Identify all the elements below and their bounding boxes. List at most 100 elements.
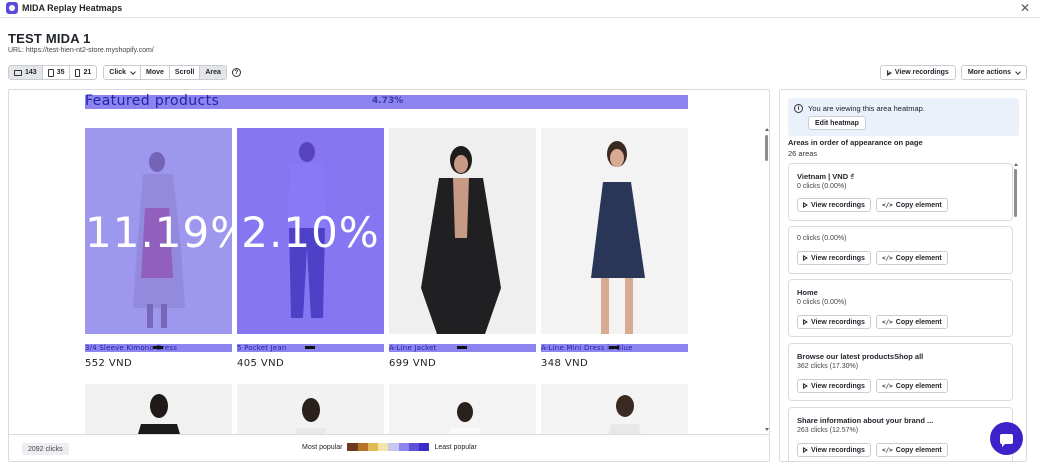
view-recordings-button[interactable]: View recordings: [797, 198, 871, 212]
product-photo-jacket: [389, 128, 536, 334]
view-recordings-label: View recordings: [811, 254, 865, 262]
top-actions: View recordings More actions: [879, 65, 1027, 80]
product-1-name-percent: [153, 346, 163, 349]
play-icon: [803, 255, 808, 261]
heatmap-canvas[interactable]: Featured products 4.73% 11.19%: [8, 89, 770, 462]
area-card-clicks: 0 clicks (0.00%): [797, 235, 847, 242]
mode-area-button[interactable]: Area: [200, 66, 226, 79]
desktop-icon: [14, 69, 22, 76]
product-image-7[interactable]: [389, 384, 536, 434]
mode-click-dropdown[interactable]: Click: [104, 66, 142, 79]
mode-area-label: Area: [205, 69, 221, 76]
areas-heading: Areas in order of appearance on page: [788, 138, 923, 147]
view-recordings-button[interactable]: View recordings: [879, 65, 956, 80]
mode-move-button[interactable]: Move: [141, 66, 170, 79]
product-2-name: 5 Pocket Jean: [237, 344, 287, 352]
product-image-5[interactable]: [85, 384, 232, 434]
play-icon: [803, 383, 808, 389]
product-image-4[interactable]: [541, 128, 688, 334]
mobile-count: 21: [83, 69, 92, 76]
play-icon: [803, 202, 808, 208]
legend-swatch: [378, 443, 389, 451]
view-recordings-button[interactable]: View recordings: [797, 315, 871, 329]
section-percent: 4.73%: [372, 96, 404, 106]
product-photo-8: [541, 384, 688, 434]
preview-scrollbar[interactable]: [765, 135, 768, 161]
device-switcher: 143 35 21: [8, 65, 98, 80]
scroll-down-arrow[interactable]: [765, 428, 769, 431]
legend-swatch: [357, 443, 368, 451]
code-icon: </>: [881, 254, 893, 262]
window-title: MIDA Replay Heatmaps: [22, 3, 123, 13]
areas-panel: i You are viewing this area heatmap. Edi…: [779, 89, 1027, 462]
play-icon: [803, 319, 808, 325]
areas-count: 26 areas: [788, 149, 818, 158]
view-recordings-button[interactable]: View recordings: [797, 443, 871, 457]
area-card[interactable]: Home 0 clicks (0.00%) View recordings </…: [788, 279, 1013, 337]
product-4-name-percent: [609, 346, 619, 349]
play-icon: [886, 69, 892, 76]
areas-list[interactable]: Vietnam | VND ₫ 0 clicks (0.00%) View re…: [788, 163, 1020, 461]
section-title: Featured products: [85, 93, 220, 109]
site-preview[interactable]: Featured products 4.73% 11.19%: [9, 90, 769, 434]
area-card-actions: View recordings </> Copy element: [797, 379, 948, 393]
product-photo-7: [389, 384, 536, 434]
area-card-clicks: 0 clicks (0.00%): [797, 299, 847, 306]
chat-launcher-button[interactable]: [990, 422, 1023, 455]
product-image-6[interactable]: [237, 384, 384, 434]
total-clicks-badge: 2092 clicks: [22, 443, 69, 455]
legend-most-label: Most popular: [302, 443, 343, 451]
copy-element-button[interactable]: </> Copy element: [875, 379, 948, 393]
product-image-3[interactable]: [389, 128, 536, 334]
help-icon[interactable]: ?: [231, 68, 241, 77]
view-recordings-button[interactable]: View recordings: [797, 379, 871, 393]
product-1-price: 552 VND: [85, 358, 133, 369]
view-recordings-button[interactable]: View recordings: [797, 251, 871, 265]
area-card[interactable]: Share information about your brand ... 2…: [788, 407, 1013, 461]
product-1-name: 3/4 Sleeve Kimono Dress: [85, 344, 178, 352]
info-icon: i: [794, 104, 803, 113]
product-image-2[interactable]: 2.10%: [237, 128, 384, 334]
product-image-1[interactable]: 11.19%: [85, 128, 232, 334]
info-text: You are viewing this area heatmap.: [808, 104, 925, 113]
mode-scroll-button[interactable]: Scroll: [169, 66, 201, 79]
copy-element-button[interactable]: </> Copy element: [875, 198, 948, 212]
code-icon: </>: [881, 446, 893, 454]
legend-swatch: [408, 443, 420, 451]
code-icon: </>: [881, 318, 893, 326]
more-actions-button[interactable]: More actions: [960, 65, 1027, 80]
area-info-banner: i You are viewing this area heatmap. Edi…: [788, 98, 1019, 136]
area-card-clicks: 362 clicks (17.30%): [797, 363, 859, 370]
chat-icon: [1000, 433, 1013, 447]
area-card-title: Vietnam | VND ₫: [797, 172, 855, 181]
area-card-title: Share information about your brand ...: [797, 416, 934, 425]
desktop-count: 143: [25, 69, 37, 76]
code-icon: </>: [881, 201, 893, 209]
device-mobile-button[interactable]: 21: [70, 66, 97, 79]
list-scroll-up-arrow[interactable]: [1014, 163, 1018, 166]
copy-element-button[interactable]: </> Copy element: [875, 315, 948, 329]
area-card[interactable]: Browse our latest productsShop all 362 c…: [788, 343, 1013, 401]
device-tablet-button[interactable]: 35: [42, 66, 71, 79]
close-icon[interactable]: ✕: [1020, 1, 1030, 15]
copy-element-button[interactable]: </> Copy element: [875, 251, 948, 265]
area-card-title: Browse our latest productsShop all: [797, 352, 924, 361]
scroll-up-arrow[interactable]: [765, 128, 769, 131]
page-url: URL: https://test-hien-nt2-store.myshopi…: [8, 47, 154, 54]
play-icon: [803, 447, 808, 453]
mode-move-label: Move: [146, 69, 164, 76]
copy-element-button[interactable]: </> Copy element: [875, 443, 948, 457]
device-desktop-button[interactable]: 143: [9, 66, 43, 79]
area-card[interactable]: Vietnam | VND ₫ 0 clicks (0.00%) View re…: [788, 163, 1013, 221]
area-card-actions: View recordings </> Copy element: [797, 251, 948, 265]
product-1-percent: 11.19%: [85, 208, 232, 257]
edit-heatmap-button[interactable]: Edit heatmap: [808, 116, 866, 130]
areas-list-scrollbar[interactable]: [1014, 169, 1017, 217]
legend-gradient: [347, 443, 430, 451]
mode-scroll-label: Scroll: [174, 69, 195, 76]
product-image-8[interactable]: [541, 384, 688, 434]
legend-swatch: [388, 443, 399, 451]
mode-switcher: Click Move Scroll Area: [103, 65, 227, 80]
copy-element-label: Copy element: [895, 382, 942, 390]
area-card[interactable]: 0 clicks (0.00%) View recordings </> Copy…: [788, 226, 1013, 274]
